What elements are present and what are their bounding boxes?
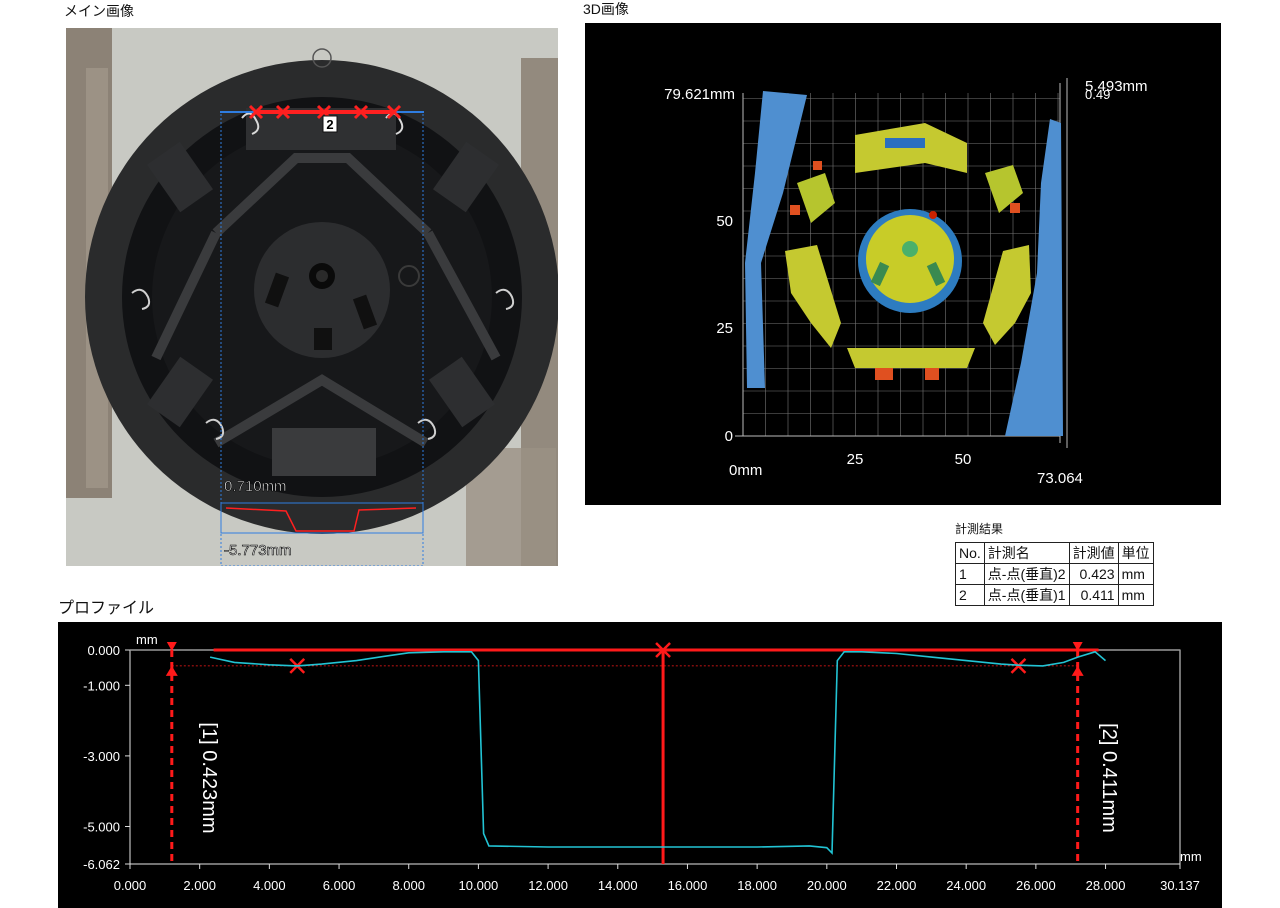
row-value: 0.423 (1068, 563, 1119, 585)
view3d-panel[interactable]: 79.621mm 5.493mm 0.49 50 25 0 0mm 25 50 … (585, 23, 1221, 505)
col-header-no: No. (955, 542, 985, 564)
profile-panel[interactable]: mm mm 0.000 -1.000 -3.000 -5.000 -6.062 0.00… (58, 622, 1222, 908)
row-name: 点-点(垂直)1 (983, 584, 1070, 606)
row-unit: mm (1117, 584, 1154, 606)
x-tick-label: 28.000 (1086, 878, 1126, 893)
x-tick-label: 0.000 (114, 878, 147, 893)
row-no: 1 (955, 563, 985, 585)
y-tick-50: 50 (716, 213, 733, 230)
x-tick-50: 50 (955, 451, 972, 468)
x-tick-label: 20.000 (807, 878, 847, 893)
measure-2-label: [2] 0.411mm (1098, 723, 1120, 833)
profile-chart: mm mm 0.000 -1.000 -3.000 -5.000 -6.062 0.00… (58, 622, 1222, 908)
x-tick-label: 24.000 (946, 878, 986, 893)
col-header-value: 計測値 (1068, 542, 1119, 564)
x-tick-label: 14.000 (598, 878, 638, 893)
col-header-unit: 単位 (1117, 542, 1154, 564)
row-unit: mm (1117, 563, 1154, 585)
x-origin-label: 0mm (729, 462, 762, 479)
x-tick-label: 22.000 (877, 878, 917, 893)
x-tick-label: 8.000 (392, 878, 425, 893)
table-row[interactable]: 1 点-点(垂直)2 0.423 mm (955, 563, 1154, 585)
y-tick-label: -3.000 (83, 749, 120, 764)
view3d-title: 3D画像 (583, 1, 629, 17)
bottom-tab (272, 428, 376, 476)
main-image-view: 2 0.710mm -5.773mm (66, 28, 558, 566)
x-tick-label: 4.000 (253, 878, 286, 893)
x-unit-label: mm (1180, 849, 1202, 864)
col-header-name: 計測名 (983, 542, 1070, 564)
y-tick-label: 0.000 (87, 643, 120, 658)
x-tick-label: 18.000 (737, 878, 777, 893)
x-tick-label: 26.000 (1016, 878, 1056, 893)
results-title: 計測結果 (955, 522, 1004, 536)
view3d-canvas: 79.621mm 5.493mm 0.49 50 25 0 0mm 25 50 … (585, 23, 1221, 505)
measure-1-label: [1] 0.423mm (198, 722, 220, 833)
x-tick-label: 10.000 (459, 878, 499, 893)
profile-title: プロファイル (58, 600, 155, 617)
dim-bottom-label: -5.773mm (224, 542, 292, 559)
y-tick-label: -6.062 (83, 857, 120, 872)
y-unit-label: mm (136, 632, 158, 647)
x-tick-25: 25 (847, 451, 864, 468)
results-header-row: No. 計測名 計測値 単位 (955, 542, 1154, 564)
main-image-title: メイン画像 (64, 3, 134, 19)
x-tick-label: 12.000 (528, 878, 568, 893)
x-tick-label: 6.000 (323, 878, 356, 893)
y-tick-0: 0 (725, 428, 733, 445)
x-tick-label: 16.000 (668, 878, 708, 893)
x-tick-label: 2.000 (183, 878, 216, 893)
x-tick-label: 30.137 (1160, 878, 1200, 893)
y-tick-label: -5.000 (83, 820, 120, 835)
row-name: 点-点(垂直)2 (983, 563, 1070, 585)
main-image-panel[interactable]: 2 0.710mm -5.773mm (66, 28, 558, 566)
label-top-left: 79.621mm (664, 86, 735, 103)
x-max-label: 73.064 (1037, 470, 1083, 487)
row-value: 0.411 (1068, 584, 1119, 606)
results-table: No. 計測名 計測値 単位 1 点-点(垂直)2 0.423 mm 2 点-点… (955, 542, 1154, 606)
y-tick-label: -1.000 (83, 678, 120, 693)
measure-label-box: 2 (326, 117, 333, 132)
label-top-right-b: 0.49 (1085, 87, 1110, 102)
dim-top-label: 0.710mm (224, 478, 287, 495)
part-bottom-3d (847, 348, 975, 368)
table-row[interactable]: 2 点-点(垂直)1 0.411 mm (955, 584, 1154, 606)
row-no: 2 (955, 584, 985, 606)
y-tick-25: 25 (716, 320, 733, 337)
